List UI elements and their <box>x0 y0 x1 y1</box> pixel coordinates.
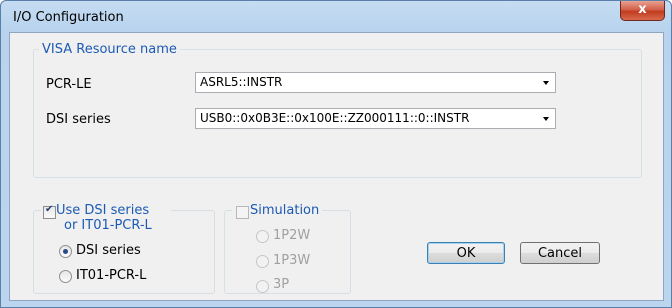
ok-button[interactable]: OK <box>427 242 505 264</box>
radio-dsi-series-label[interactable]: DSI series <box>76 243 141 258</box>
dialog-client-area: VISA Resource name PCR-LE ASRL5::INSTR D… <box>9 32 664 301</box>
dsi-series-value: USB0::0x0B3E::0x100E::ZZ000111::0::INSTR <box>200 111 470 125</box>
simulation-checkbox[interactable] <box>236 206 249 219</box>
window-title: I/O Configuration <box>13 10 124 25</box>
close-button[interactable]: x <box>620 1 665 21</box>
chevron-down-icon[interactable] <box>543 81 549 85</box>
cancel-button[interactable]: Cancel <box>520 242 600 264</box>
pcr-le-label: PCR-LE <box>46 77 92 92</box>
use-dsi-checkbox[interactable] <box>43 204 56 219</box>
simulation-label[interactable]: Simulation <box>250 203 320 218</box>
radio-1p3w-label: 1P3W <box>273 253 311 268</box>
radio-3p <box>256 280 269 293</box>
io-configuration-window: I/O Configuration x VISA Resource name P… <box>0 0 672 308</box>
pcr-le-combobox[interactable]: ASRL5::INSTR <box>195 72 556 93</box>
visa-resource-legend: VISA Resource name <box>39 42 180 57</box>
chevron-down-icon[interactable] <box>543 117 549 121</box>
use-dsi-label-line2[interactable]: or IT01-PCR-L <box>64 218 152 233</box>
dsi-series-combobox[interactable]: USB0::0x0B3E::0x100E::ZZ000111::0::INSTR <box>195 108 556 129</box>
radio-1p2w <box>256 230 269 243</box>
radio-it01-pcr-l-label[interactable]: IT01-PCR-L <box>76 268 146 283</box>
title-bar[interactable]: I/O Configuration x <box>1 1 671 33</box>
pcr-le-value: ASRL5::INSTR <box>200 75 283 89</box>
dsi-series-label: DSI series <box>46 112 111 127</box>
radio-it01-pcr-l[interactable] <box>59 270 72 283</box>
use-dsi-label-line1[interactable]: Use DSI series <box>56 203 150 218</box>
radio-1p3w <box>256 255 269 268</box>
radio-dsi-series[interactable] <box>59 245 72 258</box>
radio-3p-label: 3P <box>273 277 290 292</box>
radio-1p2w-label: 1P2W <box>273 228 311 243</box>
